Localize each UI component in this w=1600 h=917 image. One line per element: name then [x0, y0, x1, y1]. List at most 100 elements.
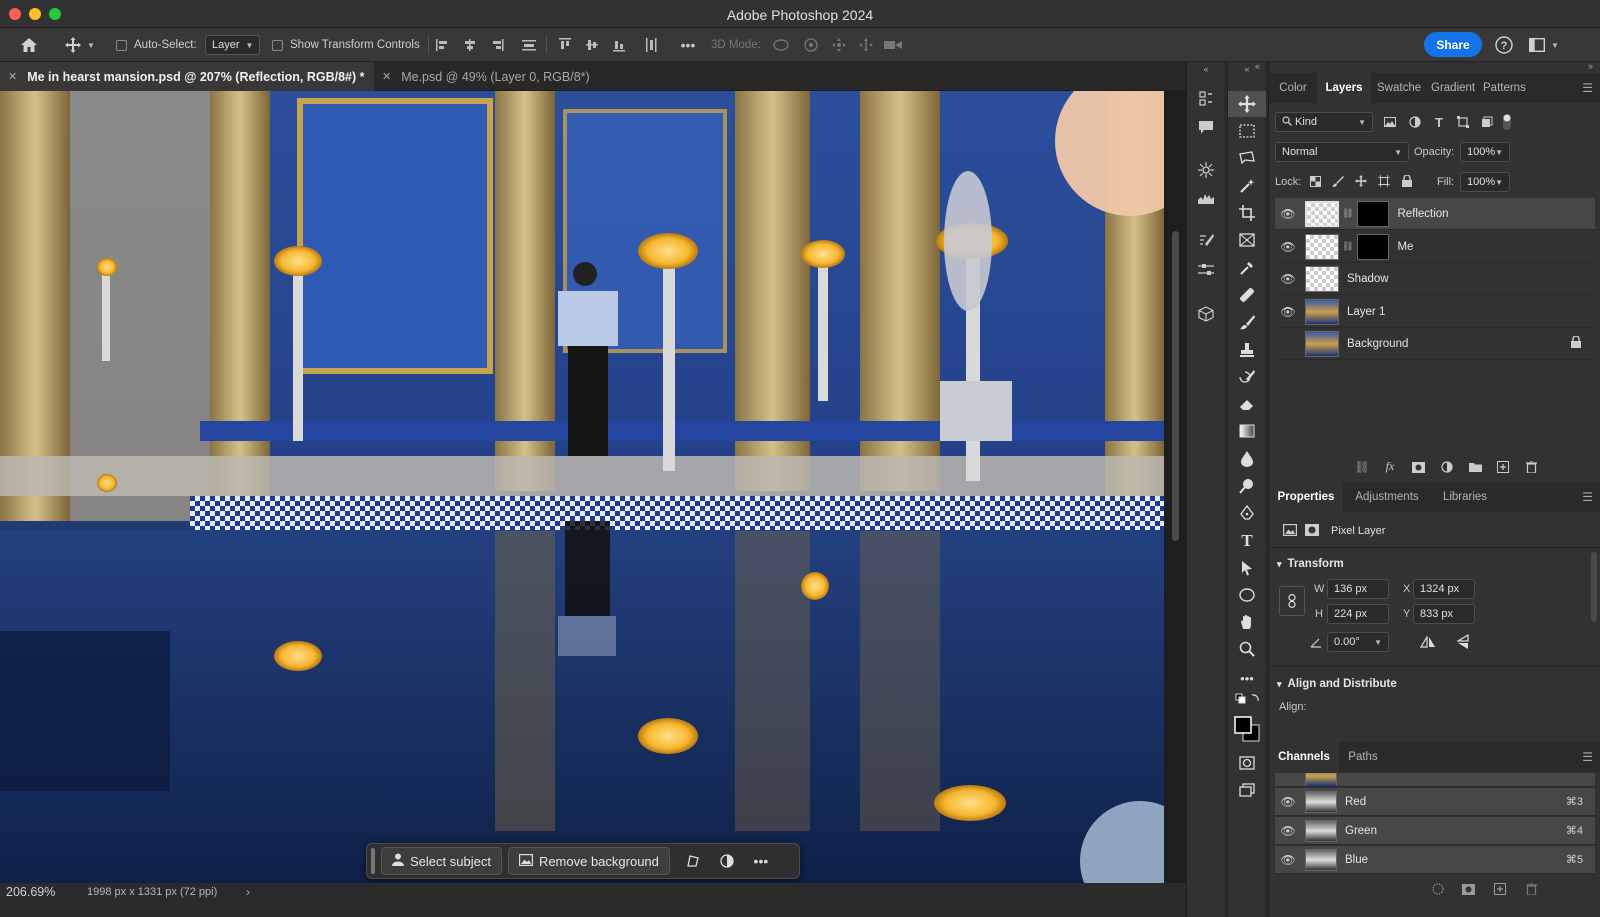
panel-menu-icon[interactable]: ☰	[1582, 490, 1593, 504]
magic-wand-tool-icon[interactable]	[1228, 173, 1266, 199]
marquee-tool-icon[interactable]	[1228, 118, 1266, 144]
select-subject-button[interactable]: Select subject	[381, 847, 502, 875]
lock-transparent-icon[interactable]	[1307, 173, 1323, 189]
document-canvas[interactable]	[0, 91, 1164, 886]
adjustment-icon[interactable]	[710, 847, 744, 875]
toolbar-collapse-icon[interactable]: «	[1228, 62, 1266, 76]
foreground-background-color-icon[interactable]	[1228, 712, 1266, 748]
home-icon[interactable]	[14, 28, 44, 62]
filter-pixel-icon[interactable]	[1381, 114, 1399, 130]
visibility-eye-icon[interactable]: 👁	[1275, 824, 1301, 838]
lock-pixels-icon[interactable]	[1330, 173, 1346, 189]
ellipse-tool-icon[interactable]	[1228, 582, 1266, 608]
layer-row-reflection[interactable]: 👁 ⛓ Reflection	[1275, 198, 1595, 230]
history-panel-icon[interactable]	[1187, 86, 1225, 112]
new-adjustment-layer-icon[interactable]	[1438, 459, 1456, 475]
history-brush-tool-icon[interactable]	[1228, 364, 1266, 390]
tab-gradients[interactable]: Gradient	[1425, 73, 1477, 103]
panel-menu-icon[interactable]: ☰	[1582, 81, 1593, 95]
load-selection-icon[interactable]	[1429, 881, 1447, 897]
move-tool-preset-icon[interactable]: ▼	[58, 28, 102, 62]
screen-mode-icon[interactable]	[1228, 777, 1266, 803]
3d-cube-icon[interactable]	[1187, 301, 1225, 327]
angle-field[interactable]: 0.00° ▼	[1327, 632, 1389, 652]
lock-all-icon[interactable]	[1399, 173, 1415, 189]
tab-me-in-hearst-mansion[interactable]: ✕ Me in hearst mansion.psd @ 207% (Refle…	[0, 62, 374, 91]
delete-layer-icon[interactable]	[1522, 459, 1540, 475]
tab-layers[interactable]: Layers	[1317, 73, 1371, 103]
close-tab-icon[interactable]: ✕	[382, 70, 391, 83]
transform-icon[interactable]	[676, 847, 710, 875]
lock-artboard-icon[interactable]	[1376, 173, 1392, 189]
blend-mode-dropdown[interactable]: Normal ▼	[1275, 142, 1409, 162]
align-right-icon[interactable]	[488, 37, 506, 53]
layer-row-shadow[interactable]: 👁 Shadow	[1275, 263, 1595, 295]
flip-vertical-icon[interactable]	[1452, 633, 1474, 651]
layer-mask-thumbnail[interactable]	[1357, 200, 1390, 227]
layer-row-me[interactable]: 👁 ⛓ Me	[1275, 231, 1595, 263]
tab-channels[interactable]: Channels	[1269, 742, 1339, 772]
channel-row-red[interactable]: 👁 Red ⌘3	[1275, 788, 1595, 816]
visibility-eye-icon[interactable]: 👁	[1275, 853, 1301, 867]
filter-type-icon[interactable]: T	[1430, 114, 1448, 130]
frame-tool-icon[interactable]	[1228, 227, 1266, 253]
default-colors-icon[interactable]	[1228, 692, 1266, 706]
distribute-horizontal-icon[interactable]	[520, 37, 538, 53]
align-left-icon[interactable]	[434, 37, 452, 53]
lock-icon[interactable]	[1571, 335, 1581, 351]
eyedropper-tool-icon[interactable]	[1228, 255, 1266, 281]
tab-paths[interactable]: Paths	[1339, 742, 1387, 772]
layer-name[interactable]: Layer 1	[1347, 306, 1385, 318]
width-field[interactable]: 136 px	[1327, 579, 1389, 599]
save-selection-icon[interactable]	[1459, 881, 1477, 897]
align-bottom-icon[interactable]	[610, 37, 628, 53]
lock-position-icon[interactable]	[1353, 173, 1369, 189]
flip-horizontal-icon[interactable]	[1417, 633, 1439, 651]
pen-tool-icon[interactable]	[1228, 500, 1266, 526]
chain-link-icon[interactable]: ⛓	[1342, 208, 1353, 219]
generative-panel-icon[interactable]	[1187, 157, 1225, 183]
collapse-arrows-icon[interactable]: «	[1187, 62, 1225, 76]
panel-menu-icon[interactable]: ☰	[1582, 750, 1593, 764]
visibility-toggle-empty[interactable]: ▫	[1275, 337, 1301, 351]
align-middle-icon[interactable]	[583, 37, 601, 53]
auto-select-target-dropdown[interactable]: Layer ▼	[205, 28, 261, 62]
distribute-vertical-icon[interactable]	[642, 37, 660, 53]
panels-expand-icon[interactable]: »	[1588, 61, 1593, 71]
link-layers-icon[interactable]: ⛓	[1353, 459, 1371, 475]
workspace-switcher-icon[interactable]: ▼	[1524, 28, 1564, 62]
filter-toggle-icon[interactable]	[1500, 113, 1514, 131]
visibility-eye-icon[interactable]: 👁	[1275, 272, 1301, 286]
dodge-tool-icon[interactable]	[1228, 473, 1266, 499]
delete-channel-icon[interactable]	[1522, 881, 1540, 897]
eraser-tool-icon[interactable]	[1228, 391, 1266, 417]
show-transform-toggle[interactable]: Show Transform Controls	[272, 28, 420, 62]
task-bar-more-button[interactable]: •••	[744, 847, 778, 875]
share-button[interactable]: Share	[1424, 32, 1482, 57]
filter-adjustment-icon[interactable]	[1406, 114, 1424, 130]
chain-link-icon[interactable]: ⛓	[1342, 241, 1353, 252]
hand-tool-icon[interactable]	[1228, 609, 1266, 635]
show-transform-checkbox[interactable]	[272, 39, 283, 51]
visibility-eye-icon[interactable]: 👁	[1275, 795, 1301, 809]
crop-tool-icon[interactable]	[1228, 200, 1266, 226]
tab-swatches[interactable]: Swatche	[1371, 73, 1425, 103]
link-dimensions-icon[interactable]	[1279, 586, 1305, 616]
layer-filter-dropdown[interactable]: Kind ▼	[1275, 112, 1373, 132]
layer-name[interactable]: Me	[1397, 241, 1413, 253]
filter-smart-object-icon[interactable]	[1478, 114, 1496, 130]
more-options-icon[interactable]: •••	[676, 28, 700, 62]
zoom-tool-icon[interactable]	[1228, 636, 1266, 662]
visibility-eye-icon[interactable]: 👁	[1275, 305, 1301, 319]
opacity-field[interactable]: 100% ▼	[1460, 142, 1510, 162]
visibility-eye-icon[interactable]: 👁	[1275, 207, 1301, 221]
properties-scrollbar[interactable]	[1591, 552, 1597, 622]
comments-panel-icon[interactable]	[1187, 114, 1225, 140]
visibility-eye-icon[interactable]: 👁	[1275, 240, 1301, 254]
canvas-area[interactable]	[0, 91, 1192, 901]
channel-row-blue[interactable]: 👁 Blue ⌘5	[1275, 846, 1595, 874]
transform-section[interactable]: ▾ Transform	[1277, 558, 1344, 570]
histogram-panel-icon[interactable]	[1187, 185, 1225, 211]
tab-properties[interactable]: Properties	[1269, 482, 1343, 512]
quick-mask-icon[interactable]	[1228, 750, 1266, 776]
